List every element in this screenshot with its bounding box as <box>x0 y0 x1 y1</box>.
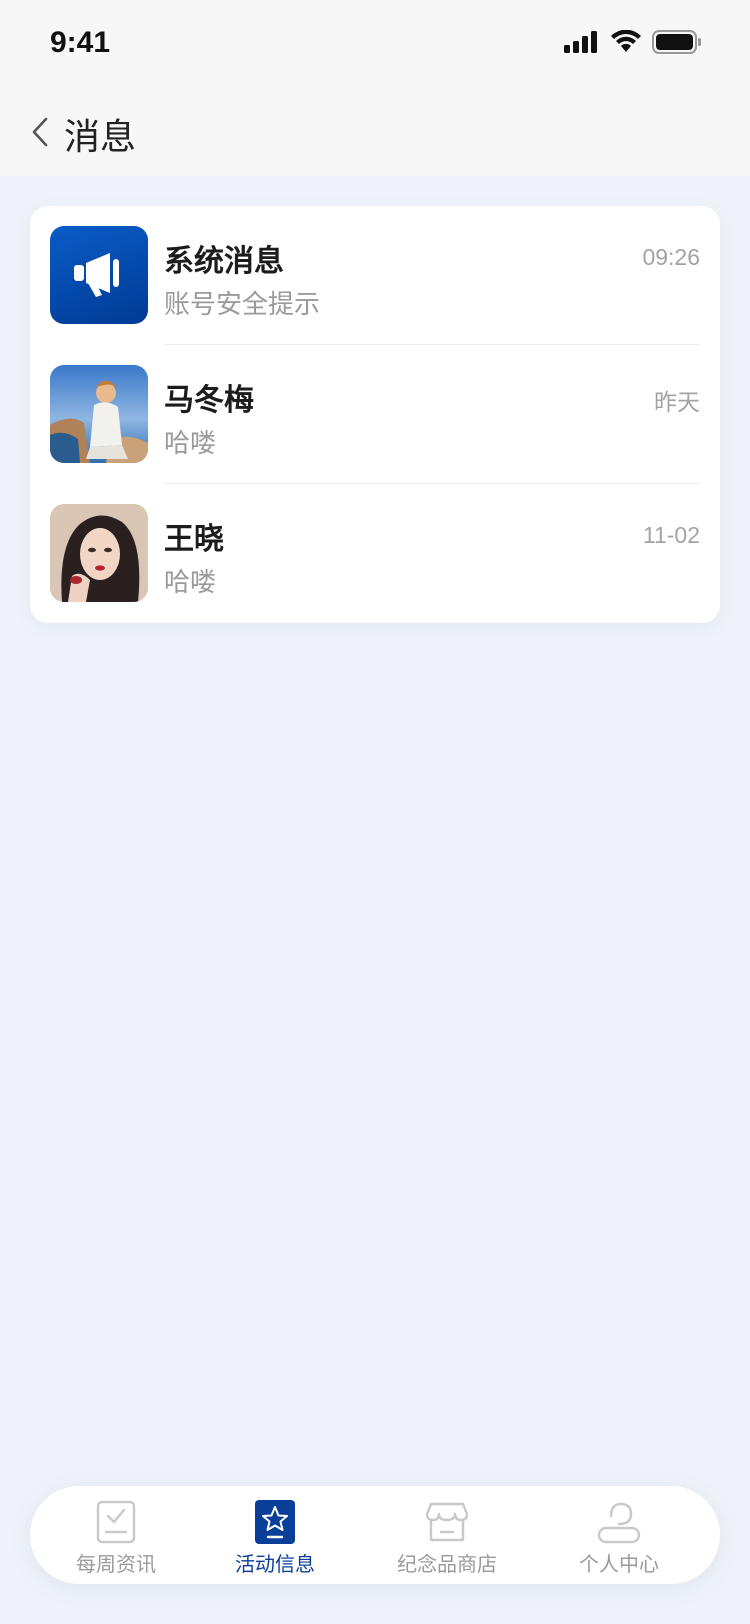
navigation-bar: 消息 <box>0 88 750 176</box>
megaphone-icon <box>74 253 119 297</box>
person-icon <box>597 1502 641 1544</box>
status-icons <box>564 30 702 54</box>
message-sender: 系统消息 <box>164 244 284 279</box>
page-title: 消息 <box>64 117 137 158</box>
checklist-icon <box>96 1500 136 1544</box>
message-time: 11-02 <box>642 522 700 548</box>
message-sender: 马冬梅 <box>164 383 254 418</box>
star-icon <box>255 1500 295 1544</box>
tab-label: 每周资讯 <box>76 1552 156 1576</box>
tab-souvenir-store[interactable]: 纪念品商店 <box>361 1486 533 1584</box>
avatar <box>50 504 148 602</box>
chevron-left-icon <box>32 117 48 147</box>
message-preview: 哈喽 <box>164 568 217 598</box>
status-time: 9:41 <box>50 26 111 59</box>
message-sender: 王晓 <box>164 522 224 557</box>
tab-bar: 每周资讯 活动信息 纪念品商店 个人中心 <box>30 1486 720 1584</box>
avatar-photo-woman-seaside <box>50 365 148 463</box>
wifi-icon <box>611 30 641 52</box>
message-preview: 账号安全提示 <box>164 290 321 320</box>
message-item-madongmei[interactable]: 马冬梅 哈喽 昨天 <box>30 345 720 484</box>
avatar-photo-woman-portrait <box>50 504 148 602</box>
cellular-signal-icon <box>564 31 597 53</box>
tab-weekly-news[interactable]: 每周资讯 <box>30 1486 202 1584</box>
message-list: 系统消息 账号安全提示 09:26 马冬梅 哈喽 昨天 王晓 哈喽 11-02 <box>30 206 720 623</box>
tab-activity-info[interactable]: 活动信息 <box>189 1486 361 1584</box>
message-item-wangxiao[interactable]: 王晓 哈喽 11-02 <box>30 484 720 623</box>
system-avatar <box>50 226 148 324</box>
tab-label: 纪念品商店 <box>397 1552 497 1576</box>
battery-icon <box>652 30 701 54</box>
tab-label: 个人中心 <box>579 1552 659 1576</box>
message-preview: 哈喽 <box>164 429 217 459</box>
store-icon <box>425 1502 469 1542</box>
tab-label: 活动信息 <box>235 1552 315 1576</box>
tab-profile[interactable]: 个人中心 <box>533 1486 705 1584</box>
message-item-system[interactable]: 系统消息 账号安全提示 09:26 <box>30 206 720 345</box>
avatar <box>50 365 148 463</box>
back-button[interactable] <box>26 112 54 152</box>
message-time: 昨天 <box>654 389 700 415</box>
status-bar: 9:41 <box>0 0 750 88</box>
message-time: 09:26 <box>642 244 700 270</box>
